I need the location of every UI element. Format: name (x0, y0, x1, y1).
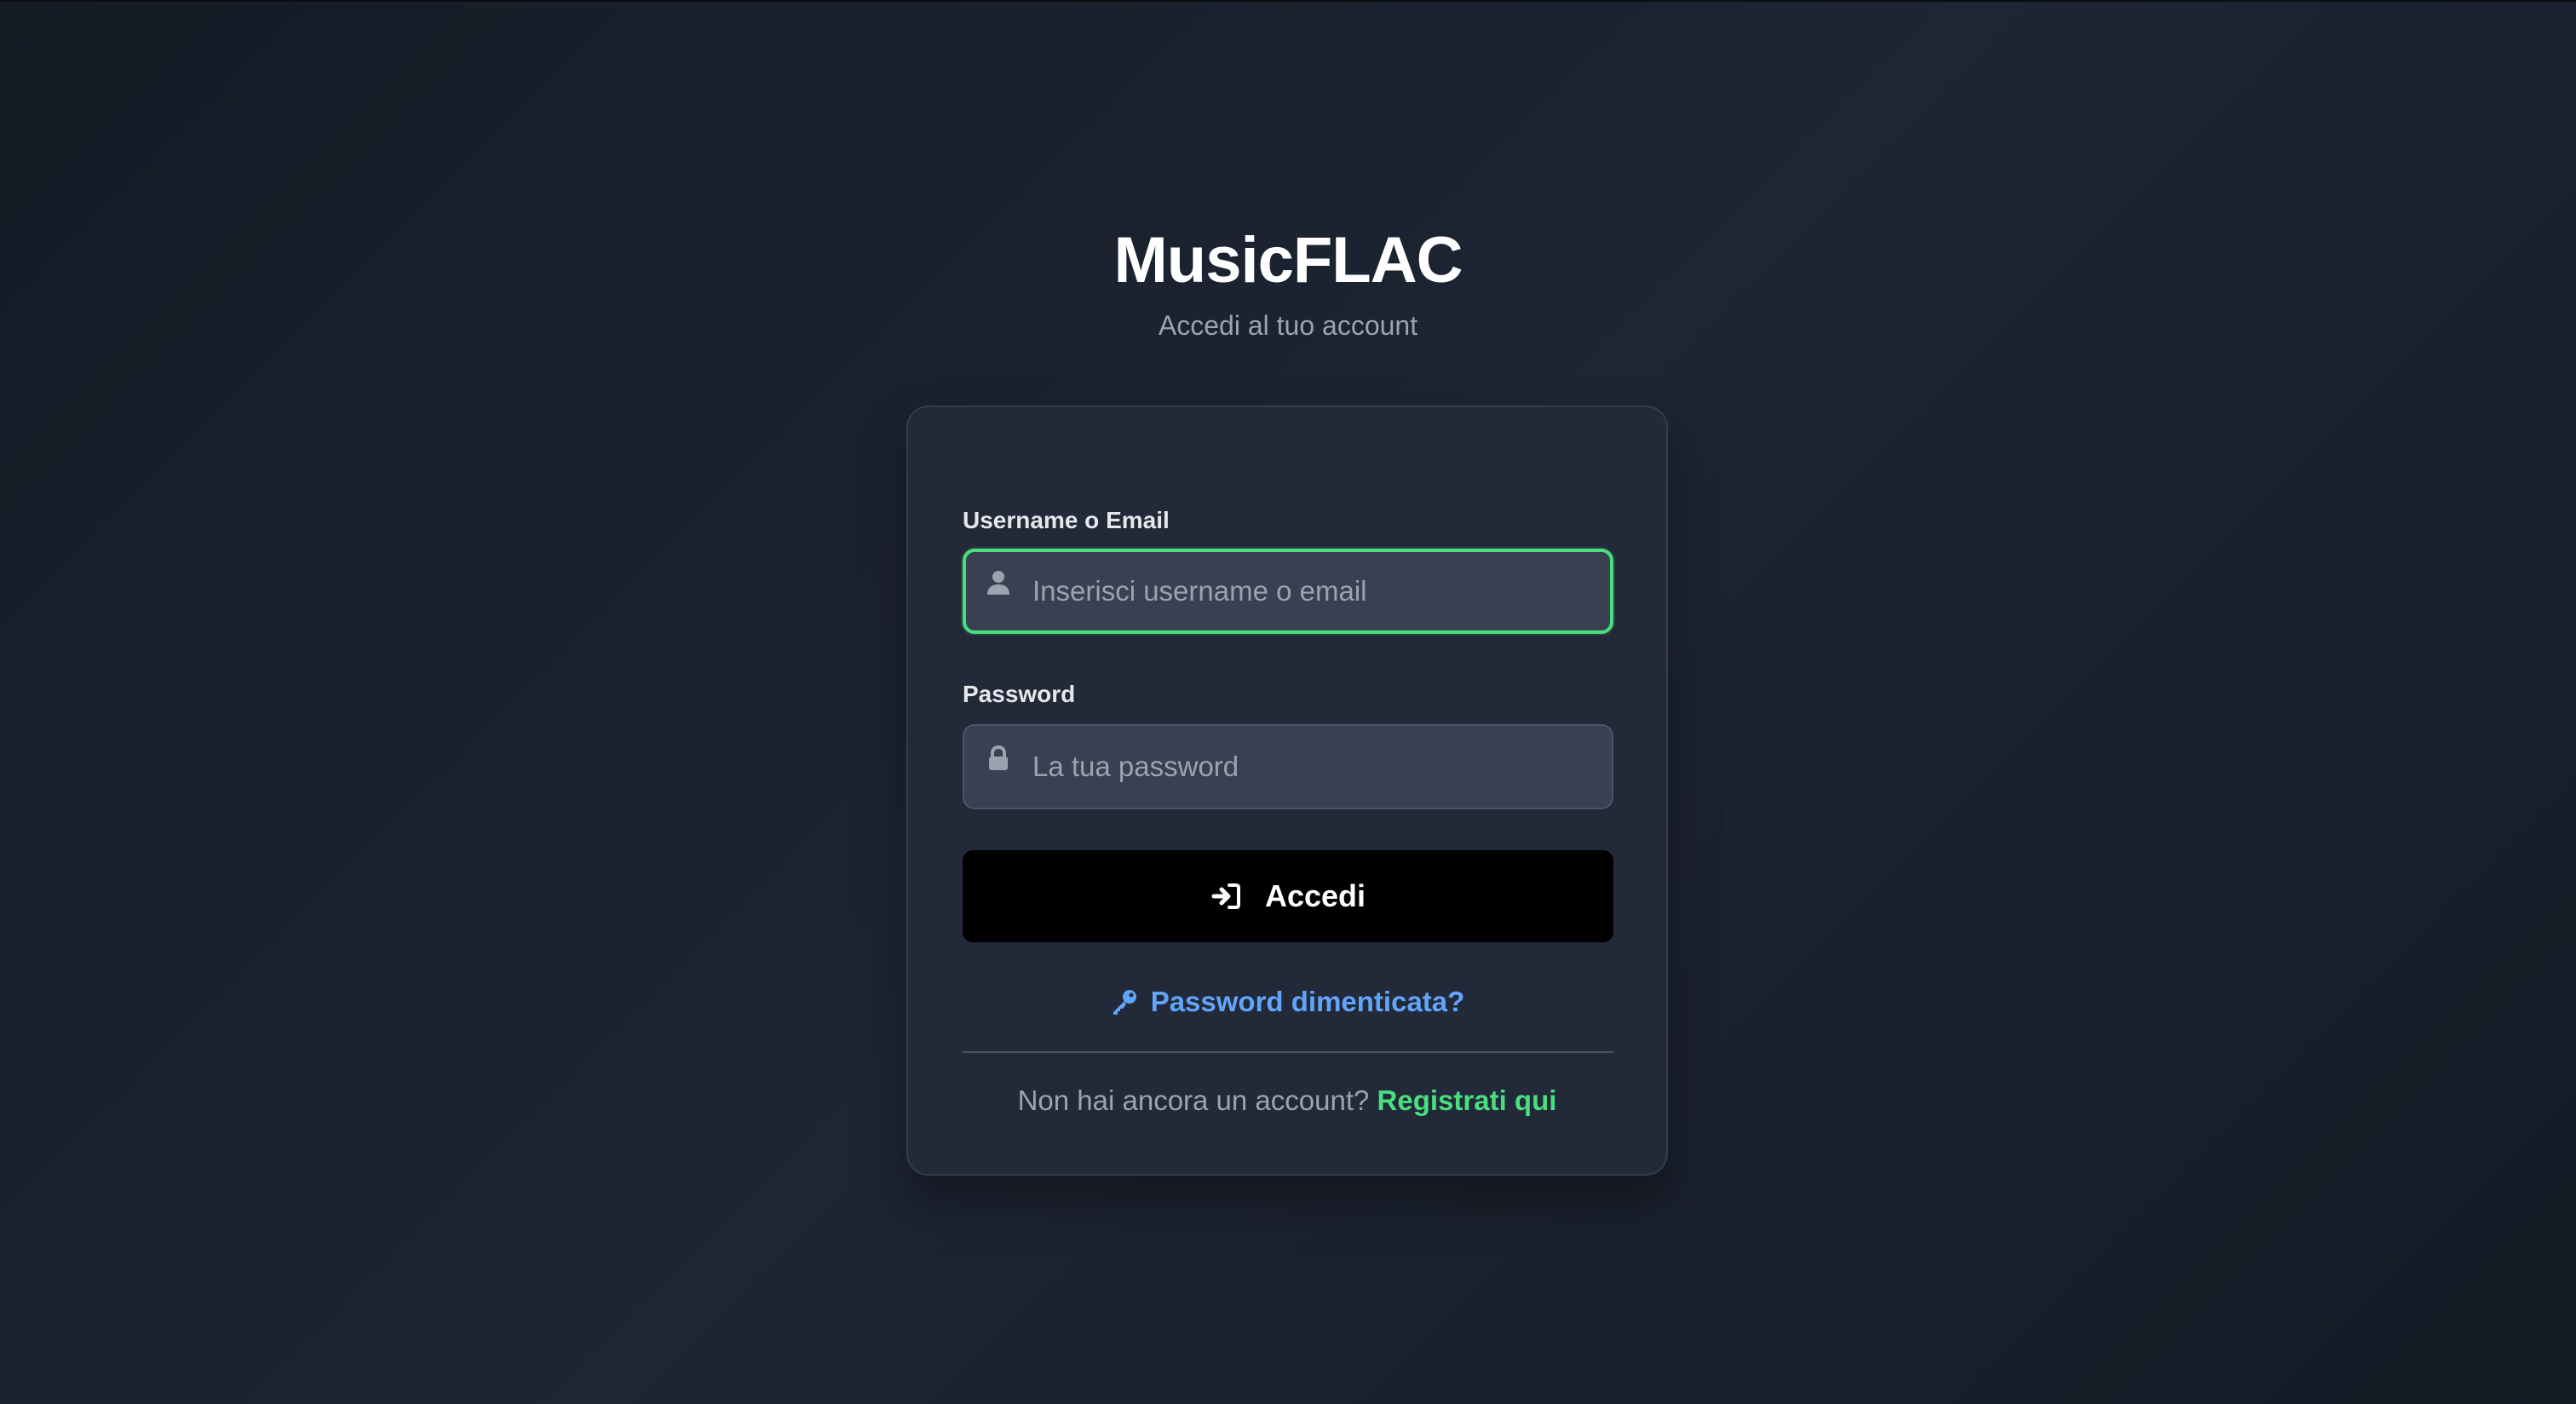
forgot-password-link[interactable]: Password dimenticata? (1110, 985, 1465, 1019)
top-edge-line (0, 0, 2576, 2)
username-field[interactable] (963, 549, 1613, 634)
lock-icon (989, 745, 1008, 770)
register-row: Non hai ancora un account? Registrati qu… (908, 1084, 1666, 1118)
username-label: Username o Email (963, 507, 1170, 533)
app-title: MusicFLAC (1113, 224, 1463, 296)
forgot-password-label: Password dimenticata? (1150, 986, 1465, 1017)
page-header: MusicFLAC Accedi al tuo account (0, 222, 2576, 342)
register-prompt: Non hai ancora un account? (1017, 1085, 1377, 1116)
password-input[interactable] (1032, 726, 1595, 808)
register-link[interactable]: Registrati qui (1377, 1085, 1557, 1116)
password-label: Password (963, 681, 1076, 707)
login-card: Username o Email Password Accedi (906, 406, 1668, 1176)
login-button[interactable]: Accedi (963, 850, 1613, 942)
divider (963, 1051, 1613, 1053)
user-icon (987, 571, 1009, 595)
key-icon (1113, 990, 1136, 1015)
sign-in-icon (1211, 883, 1240, 909)
login-button-label: Accedi (1264, 878, 1366, 913)
page-subtitle: Accedi al tuo account (1158, 310, 1418, 341)
username-input[interactable] (1032, 552, 1595, 630)
forgot-password-row: Password dimenticata? (908, 985, 1666, 1024)
password-field[interactable] (963, 724, 1613, 809)
